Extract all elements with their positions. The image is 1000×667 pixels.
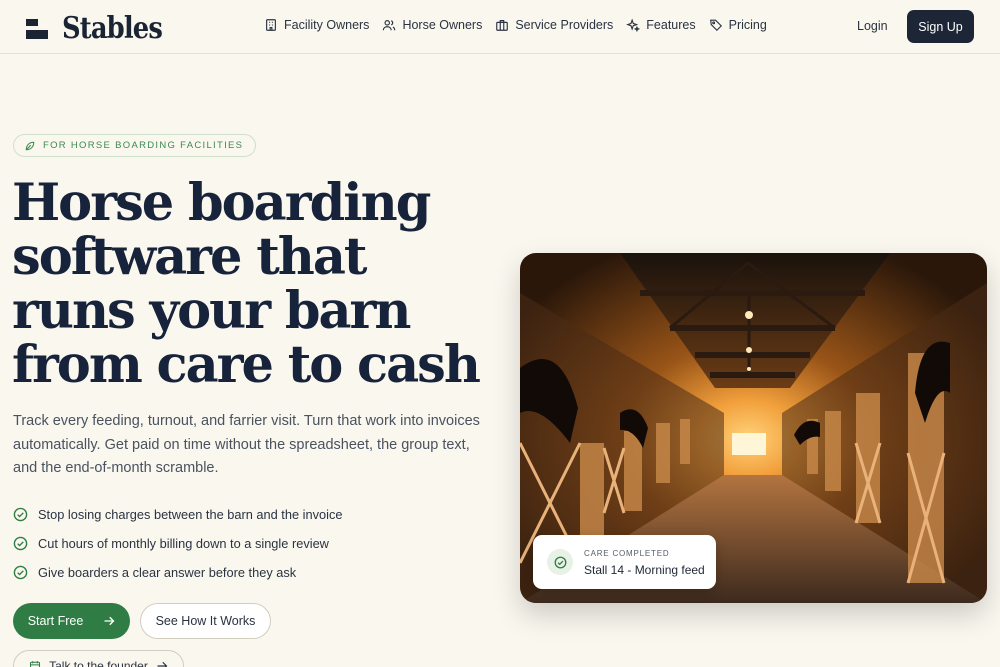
leaf-icon	[25, 141, 35, 150]
signup-button[interactable]: Sign Up	[907, 10, 974, 43]
nav-link-pricing[interactable]: Pricing	[709, 18, 767, 32]
login-link[interactable]: Login	[857, 19, 888, 33]
see-how-it-works-button[interactable]: See How It Works	[140, 603, 271, 639]
hero-subtext: Track every feeding, turnout, and farrie…	[13, 413, 480, 476]
hero-headline: Horse boarding software that runs your b…	[12, 173, 481, 395]
start-free-button[interactable]: Start Free	[13, 603, 130, 639]
nav-link-label: Horse Owners	[402, 18, 483, 32]
benefit-text: Cut hours of monthly billing down to a s…	[38, 536, 329, 551]
care-value: Stall 14 - Morning feed	[584, 563, 705, 577]
top-nav: Stables Facility Owners Horse Owners Ser…	[0, 0, 1000, 54]
benefit-item: Cut hours of monthly billing down to a s…	[13, 529, 343, 558]
logo-icon	[26, 18, 48, 40]
calendar-icon	[30, 661, 41, 667]
talk-to-founder-button[interactable]: Talk to the founder	[13, 650, 184, 667]
care-status-icon	[547, 549, 573, 575]
badge-text: FOR HORSE BOARDING FACILITIES	[43, 140, 244, 151]
nav-link-label: Pricing	[728, 18, 767, 32]
benefit-text: Stop losing charges between the barn and…	[38, 507, 343, 522]
benefit-item: Give boarders a clear answer before they…	[13, 558, 343, 587]
founder-label: Talk to the founder	[49, 659, 148, 667]
check-circle-icon	[13, 507, 28, 522]
check-circle-icon	[13, 565, 28, 580]
nav-link-label: Facility Owners	[284, 18, 370, 32]
logo[interactable]: Stables	[26, 11, 178, 46]
audience-badge: FOR HORSE BOARDING FACILITIES	[13, 134, 257, 157]
start-free-label: Start Free	[27, 614, 84, 628]
nav-link-label: Service Providers	[515, 18, 614, 32]
check-circle-icon	[554, 556, 566, 568]
arrow-right-icon	[157, 661, 168, 667]
nav-link-horse-owners[interactable]: Horse Owners	[382, 18, 482, 32]
benefit-list: Stop losing charges between the barn and…	[13, 500, 343, 587]
nav-link-facility-owners[interactable]: Facility Owners	[264, 18, 369, 32]
sparkles-icon	[626, 18, 641, 32]
nav-link-service-providers[interactable]: Service Providers	[495, 18, 613, 32]
benefit-item: Stop losing charges between the barn and…	[13, 500, 343, 529]
care-completed-card: CARE COMPLETED Stall 14 - Morning feed	[533, 535, 716, 589]
tag-icon	[709, 19, 722, 32]
logo-text: Stables	[62, 11, 163, 46]
building-icon	[266, 19, 276, 31]
nav-links: Facility Owners Horse Owners Service Pro…	[264, 18, 767, 32]
nav-link-features[interactable]: Features	[626, 18, 696, 32]
nav-link-label: Features	[646, 18, 696, 32]
care-label: CARE COMPLETED	[584, 549, 670, 558]
users-icon	[383, 20, 396, 31]
check-circle-icon	[13, 536, 28, 551]
briefcase-icon	[496, 20, 509, 31]
benefit-text: Give boarders a clear answer before they…	[38, 565, 297, 580]
arrow-right-icon	[104, 616, 115, 626]
